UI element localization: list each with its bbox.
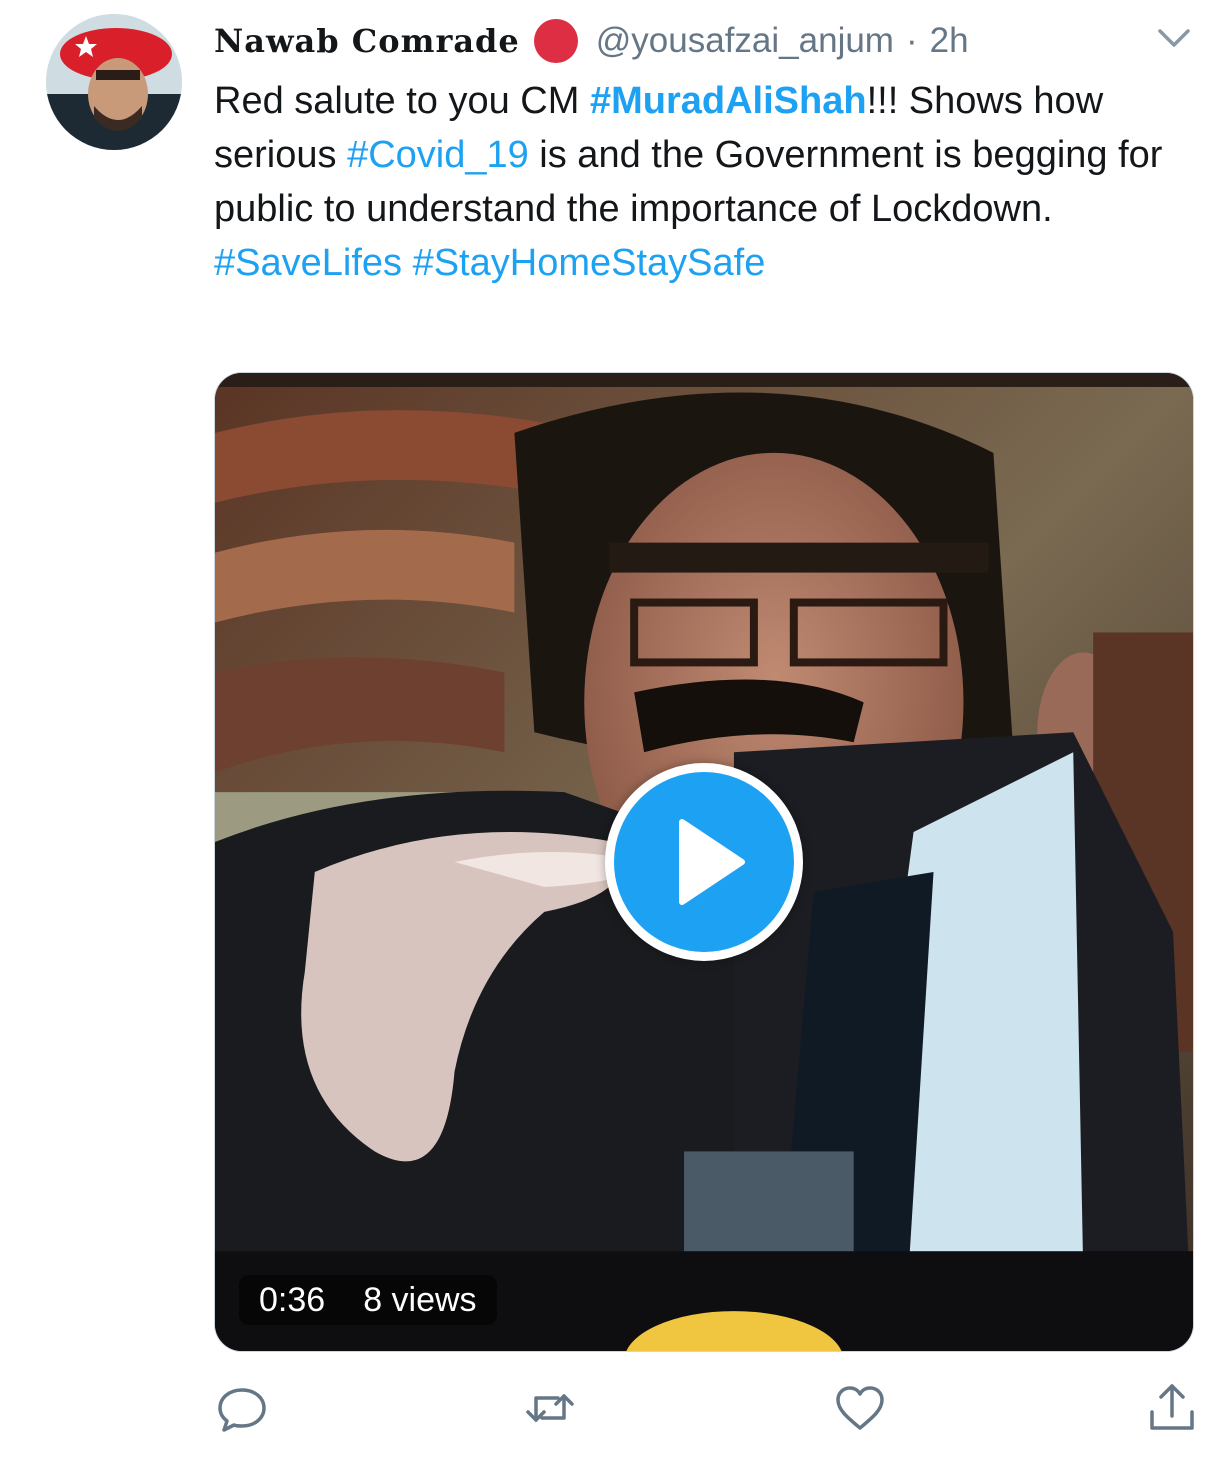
tweet-text: Red salute to you CM #MuradAliShah!!! Sh… (214, 74, 1194, 290)
hashtag-link[interactable]: #Covid_19 (347, 134, 529, 176)
tweet-paragraph: Red salute to you CM #MuradAliShah!!! Sh… (214, 80, 1163, 230)
share-icon[interactable] (1144, 1380, 1200, 1436)
user-handle[interactable]: @yousafzai_anjum (596, 21, 894, 61)
display-name[interactable]: Nawab Comrade (214, 22, 520, 60)
heart-icon[interactable] (832, 1380, 888, 1436)
play-button[interactable] (605, 763, 803, 961)
video-duration: 0:36 (259, 1280, 326, 1319)
view-count: 8 views (363, 1280, 477, 1319)
play-icon (679, 819, 745, 905)
chevron-down-icon[interactable] (1152, 22, 1196, 56)
retweet-icon[interactable] (522, 1380, 578, 1436)
video-meta: 0:36 8 views (239, 1275, 497, 1325)
timestamp[interactable]: 2h (930, 21, 969, 61)
separator-dot: · (905, 21, 918, 60)
red-circle-emoji (533, 19, 578, 63)
avatar[interactable] (46, 14, 182, 150)
tweet-header: Nawab Comrade @yousafzai_anjum · 2h (214, 16, 969, 66)
hashtag-link[interactable]: #StayHomeStaySafe (413, 242, 766, 284)
video-player[interactable]: 0:36 8 views (214, 372, 1194, 1352)
hashtag-link[interactable]: #MuradAliShah (590, 80, 867, 122)
reply-icon[interactable] (214, 1380, 270, 1436)
hashtag-link[interactable]: #SaveLifes (214, 242, 402, 284)
action-bar (214, 1380, 1204, 1440)
tweet-paragraph: #SaveLifes #StayHomeStaySafe (214, 236, 1194, 290)
